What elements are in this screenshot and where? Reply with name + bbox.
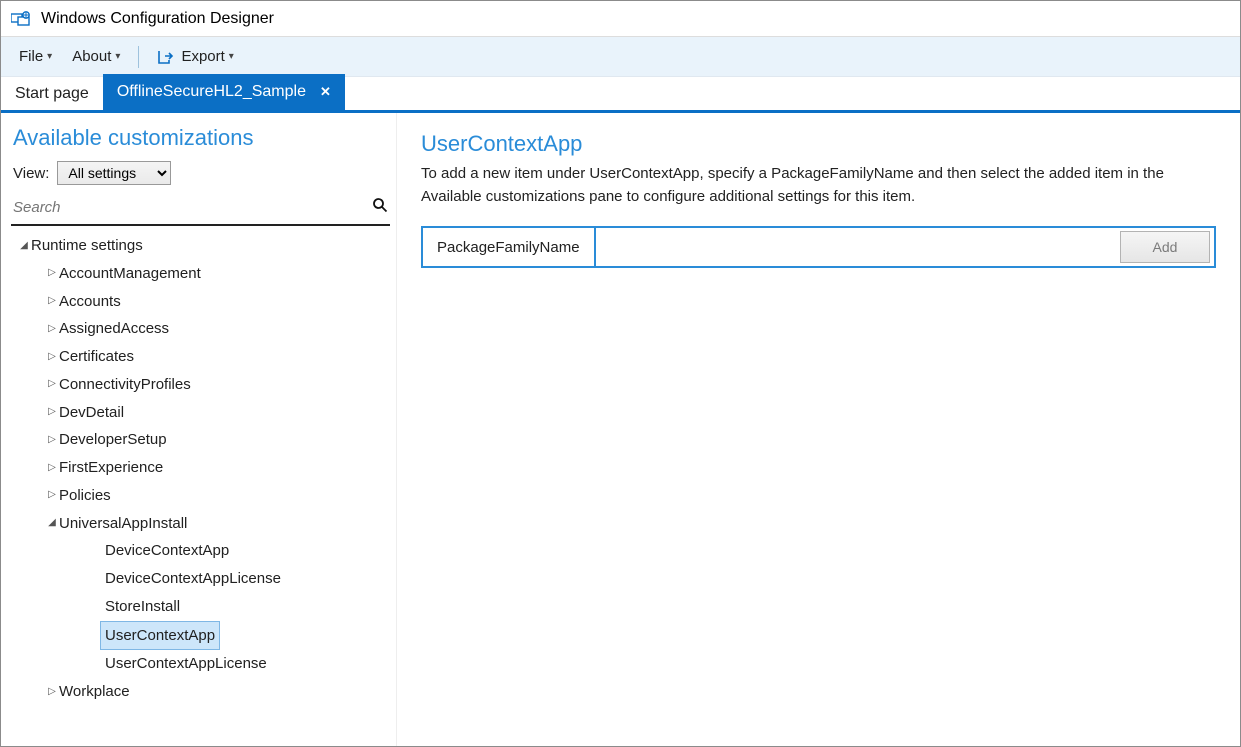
tree-label: DeviceContextApp: [105, 537, 229, 565]
menu-file-label: File: [19, 48, 43, 65]
tree-label-selected: UserContextApp: [100, 621, 220, 651]
app-title: Windows Configuration Designer: [41, 10, 274, 28]
tree-node-certificates[interactable]: ▷Certificates: [11, 343, 390, 371]
titlebar: Windows Configuration Designer: [1, 1, 1240, 37]
view-label: View:: [13, 165, 49, 182]
tree-label: DeveloperSetup: [59, 426, 167, 454]
menu-file[interactable]: File ▾: [9, 44, 62, 69]
caret-expanded-icon: ◢: [17, 237, 31, 256]
tree-label: DevDetail: [59, 399, 124, 427]
tree-label: AssignedAccess: [59, 315, 169, 343]
tree-node-workplace[interactable]: ▷Workplace: [11, 678, 390, 706]
main-panel: UserContextApp To add a new item under U…: [397, 113, 1240, 746]
tree-node-accountmanagement[interactable]: ▷AccountManagement: [11, 260, 390, 288]
caret-collapsed-icon: ▷: [45, 459, 59, 478]
tree-node-developersetup[interactable]: ▷DeveloperSetup: [11, 426, 390, 454]
tree-node-devdetail[interactable]: ▷DevDetail: [11, 399, 390, 427]
tree-node-devicecontextapp[interactable]: ▷DeviceContextApp: [11, 537, 390, 565]
tree-label: UserContextAppLicense: [105, 650, 267, 678]
close-icon[interactable]: ✕: [320, 84, 331, 100]
caret-collapsed-icon: ▷: [45, 683, 59, 702]
sidebar: Available customizations View: All setti…: [1, 113, 397, 746]
caret-collapsed-icon: ▷: [45, 348, 59, 367]
tree-label: Accounts: [59, 288, 121, 316]
tab-start-label: Start page: [15, 85, 89, 103]
tree-label: AccountManagement: [59, 260, 201, 288]
tree-node-assignedaccess[interactable]: ▷AssignedAccess: [11, 315, 390, 343]
package-family-name-input[interactable]: [596, 228, 1116, 266]
tree-label: DeviceContextAppLicense: [105, 565, 281, 593]
tree-node-usercontextapp[interactable]: ▷UserContextApp: [11, 621, 390, 651]
tree-node-connectivityprofiles[interactable]: ▷ConnectivityProfiles: [11, 371, 390, 399]
caret-collapsed-icon: ▷: [45, 375, 59, 394]
content-area: Available customizations View: All setti…: [1, 113, 1240, 746]
tree-label-runtime: Runtime settings: [31, 232, 143, 260]
tab-start-page[interactable]: Start page: [1, 78, 103, 110]
caret-collapsed-icon: ▷: [45, 264, 59, 283]
tree-node-storeinstall[interactable]: ▷StoreInstall: [11, 593, 390, 621]
search-icon[interactable]: [372, 197, 388, 218]
tree-label: Policies: [59, 482, 111, 510]
search-input[interactable]: [13, 199, 372, 216]
caret-collapsed-icon: ▷: [45, 292, 59, 311]
menu-separator: [138, 46, 139, 68]
tree-node-universalappinstall[interactable]: ◢UniversalAppInstall: [11, 510, 390, 538]
chevron-down-icon: ▾: [47, 51, 52, 62]
tree-label: UniversalAppInstall: [59, 510, 187, 538]
sidebar-title: Available customizations: [13, 125, 390, 151]
chevron-down-icon: ▾: [229, 51, 234, 62]
caret-collapsed-icon: ▷: [45, 486, 59, 505]
package-family-row: PackageFamilyName Add: [421, 226, 1216, 268]
menu-about[interactable]: About ▾: [62, 44, 130, 69]
main-description: To add a new item under UserContextApp, …: [421, 163, 1181, 208]
tree-node-firstexperience[interactable]: ▷FirstExperience: [11, 454, 390, 482]
tree-node-runtime-settings[interactable]: ◢ Runtime settings: [11, 232, 390, 260]
tree-label: Workplace: [59, 678, 130, 706]
tree-node-accounts[interactable]: ▷Accounts: [11, 288, 390, 316]
caret-collapsed-icon: ▷: [45, 431, 59, 450]
main-title: UserContextApp: [421, 131, 1216, 157]
menu-export-label: Export: [181, 48, 224, 65]
settings-tree: ◢ Runtime settings ▷AccountManagement ▷A…: [11, 232, 390, 706]
add-button[interactable]: Add: [1120, 231, 1210, 263]
tree-label: ConnectivityProfiles: [59, 371, 191, 399]
export-icon: [157, 49, 175, 65]
tree-label: StoreInstall: [105, 593, 180, 621]
tree-node-devicecontextapplicense[interactable]: ▷DeviceContextAppLicense: [11, 565, 390, 593]
view-select[interactable]: All settings: [57, 161, 171, 185]
tree-label: FirstExperience: [59, 454, 163, 482]
caret-expanded-icon: ◢: [45, 514, 59, 533]
menu-export[interactable]: Export ▾: [147, 44, 243, 69]
tree-node-usercontextapplicense[interactable]: ▷UserContextAppLicense: [11, 650, 390, 678]
tree-node-policies[interactable]: ▷Policies: [11, 482, 390, 510]
menu-about-label: About: [72, 48, 111, 65]
chevron-down-icon: ▾: [115, 51, 120, 62]
tree-label: Certificates: [59, 343, 134, 371]
menubar: File ▾ About ▾ Export ▾: [1, 37, 1240, 77]
view-row: View: All settings: [13, 161, 390, 185]
app-logo-icon: [11, 11, 33, 27]
search-row: [11, 195, 390, 226]
caret-collapsed-icon: ▷: [45, 320, 59, 339]
caret-collapsed-icon: ▷: [45, 403, 59, 422]
tab-active-label: OfflineSecureHL2_Sample: [117, 83, 306, 101]
field-label-packagefamilyname: PackageFamilyName: [423, 228, 596, 266]
tabstrip: Start page OfflineSecureHL2_Sample ✕: [1, 77, 1240, 113]
tab-active-project[interactable]: OfflineSecureHL2_Sample ✕: [103, 74, 345, 110]
